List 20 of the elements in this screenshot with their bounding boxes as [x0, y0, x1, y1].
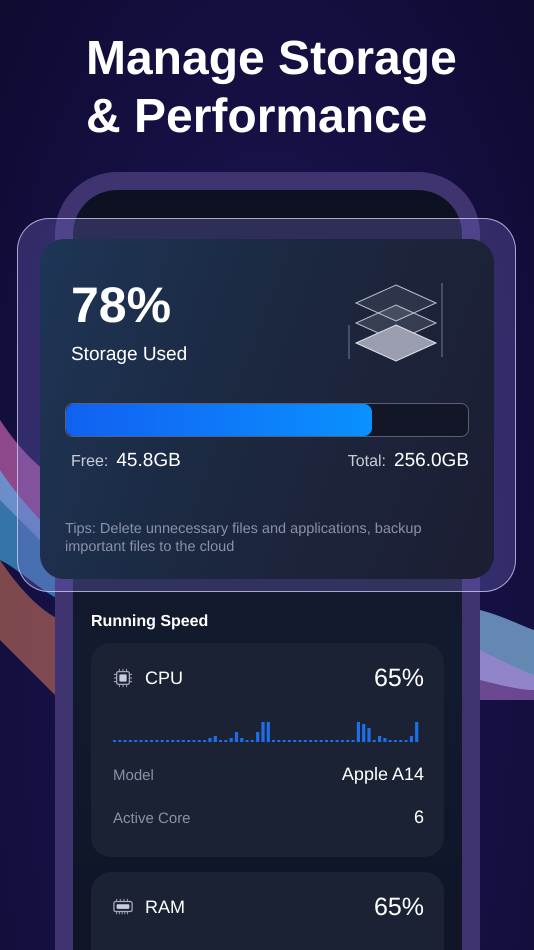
free-label: Free:	[71, 452, 108, 472]
free-value: 45.8GB	[116, 450, 181, 472]
info-value: 6	[414, 807, 424, 827]
memory-icon	[113, 897, 133, 917]
info-value: Apple A14	[342, 764, 424, 784]
headline-line: & Performance	[86, 89, 428, 145]
metric-name: CPU	[145, 668, 184, 688]
tips-text: Tips: Delete unnecessary files and applications, backup important files to the cloud	[65, 520, 423, 556]
storage-label: Storage Used	[71, 343, 188, 367]
section-title: Running Speed	[91, 612, 208, 632]
total-value: 256.0GB	[394, 450, 469, 472]
chip-icon	[113, 668, 133, 688]
info-label: Active Core	[113, 809, 191, 829]
storage-percent: 78%	[71, 277, 172, 333]
info-label: Model	[113, 766, 154, 786]
metric-name: RAM	[145, 896, 185, 918]
headline-line: Manage Storage	[86, 31, 457, 87]
total-label: Total:	[348, 452, 386, 472]
metric-percent: 65%	[374, 892, 424, 922]
metric-percent: 65%	[374, 664, 424, 692]
